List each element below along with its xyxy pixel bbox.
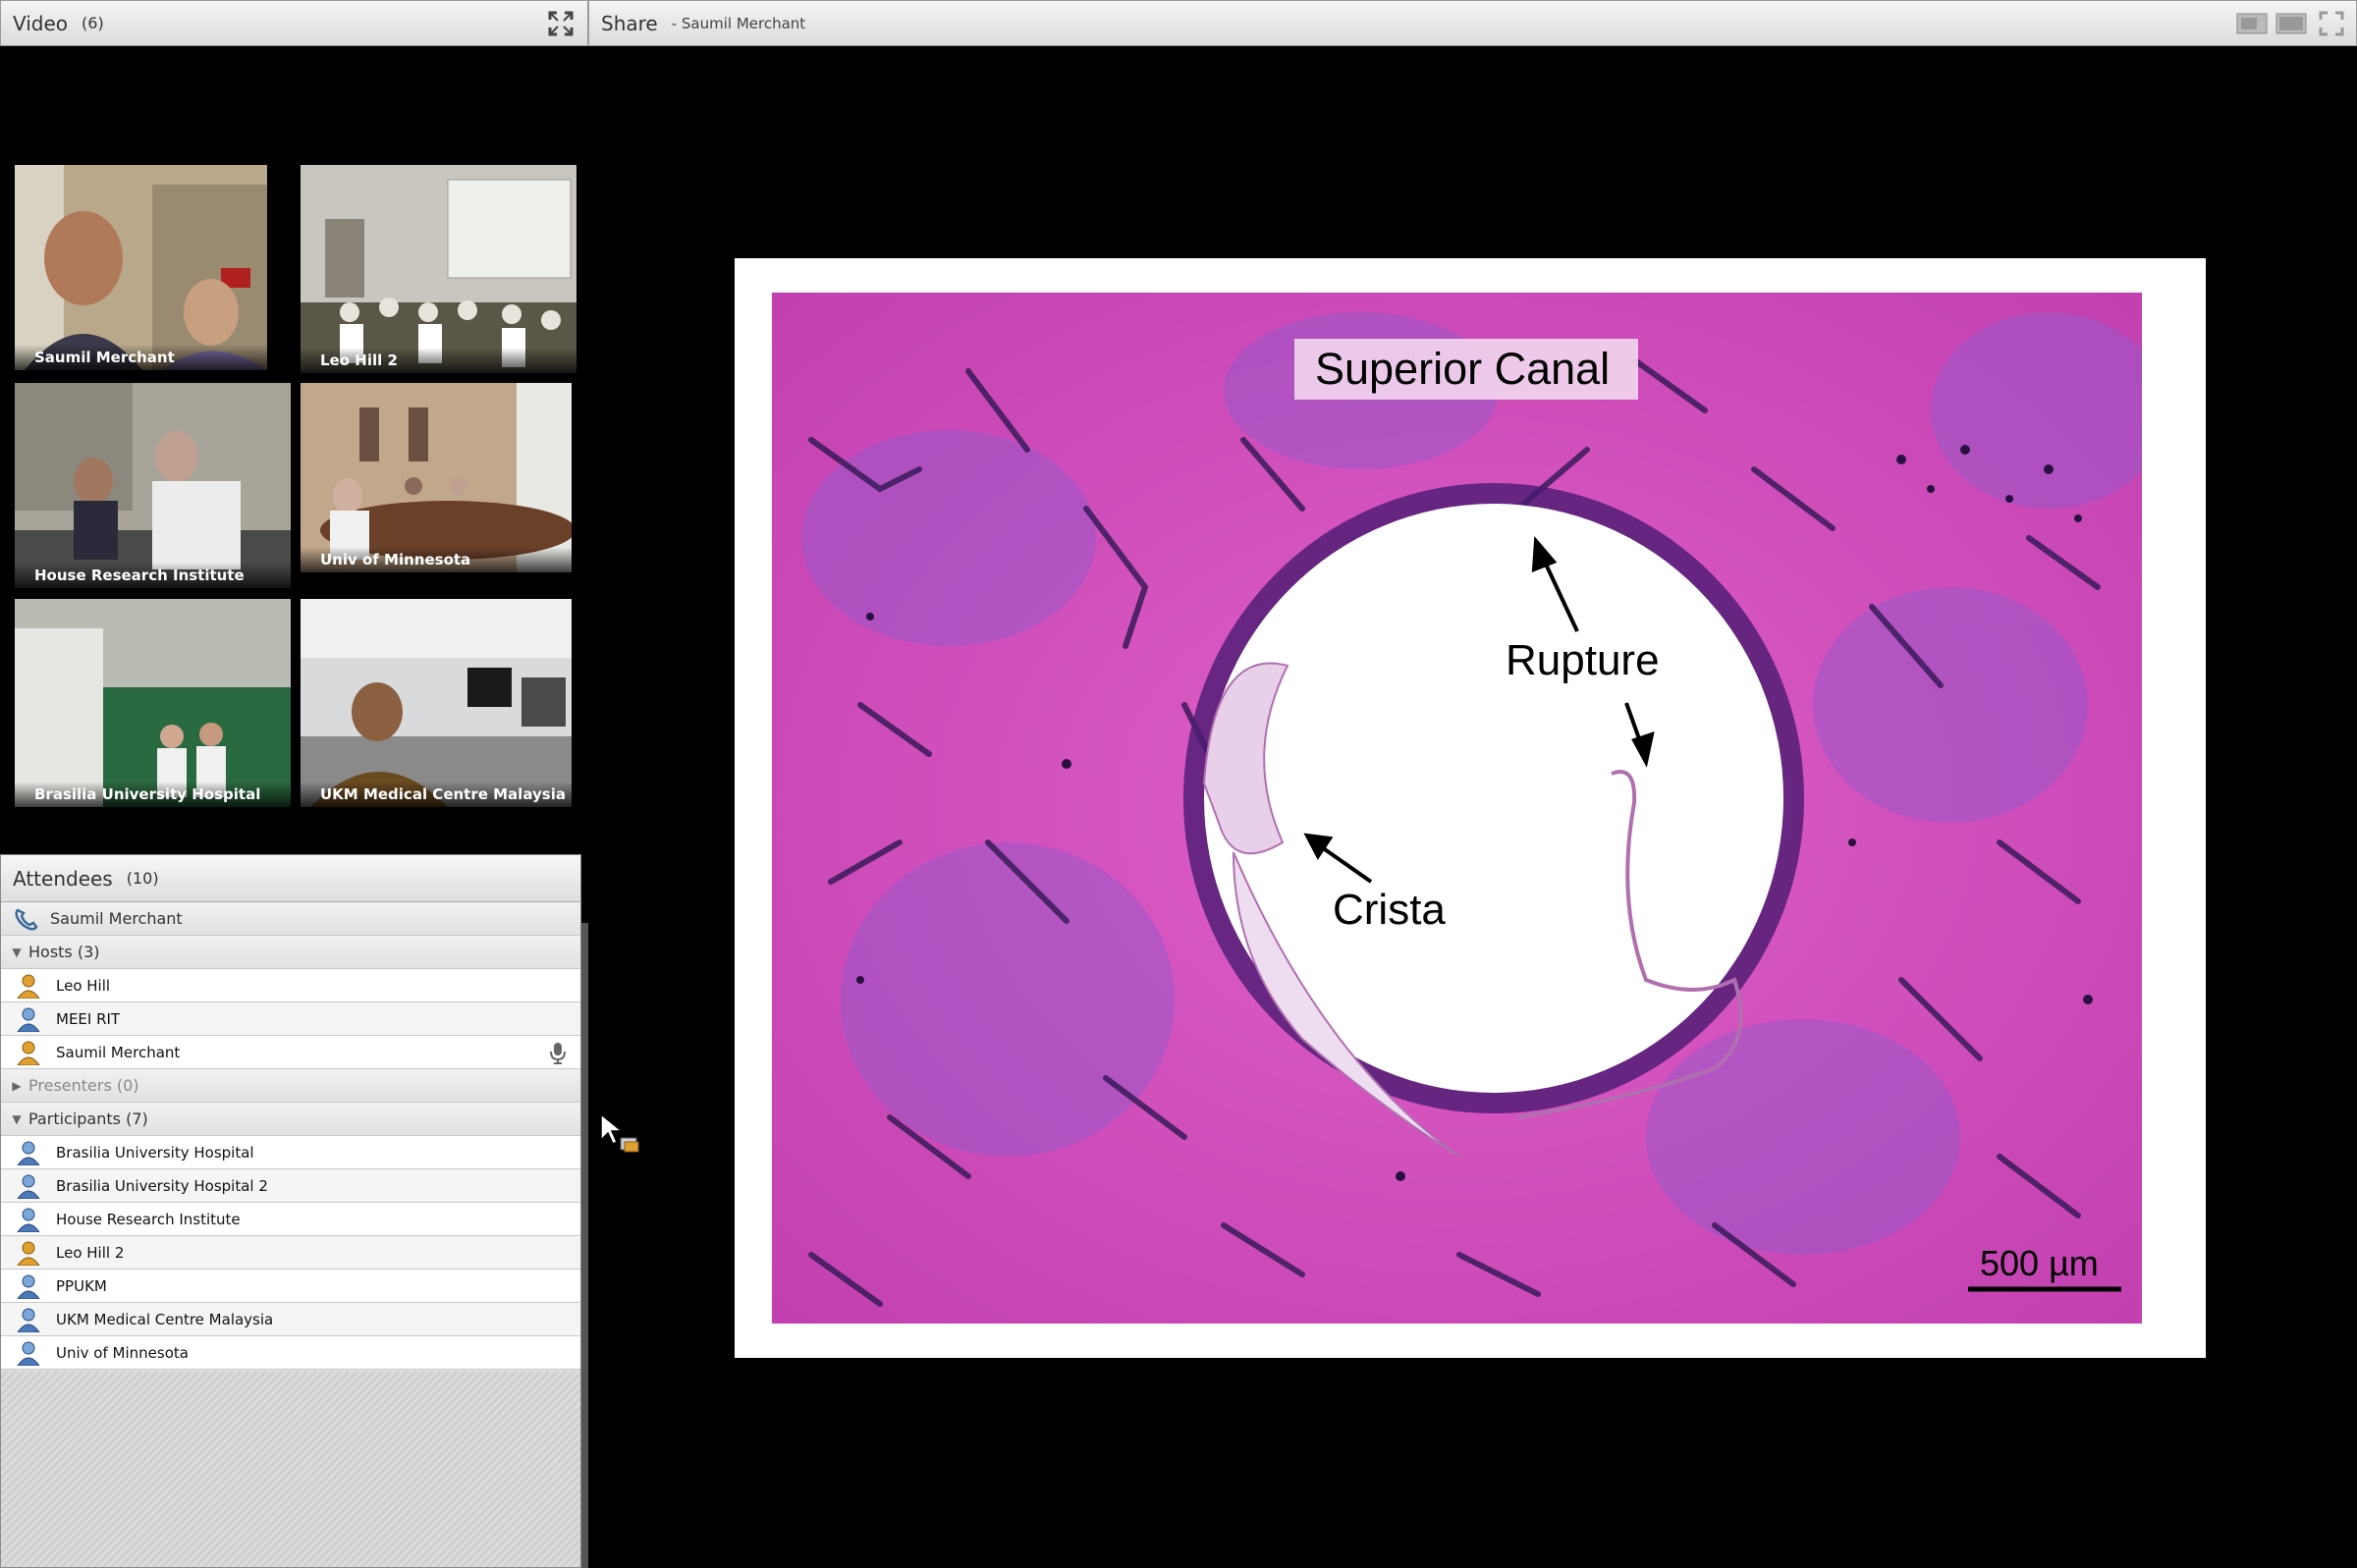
microphone-icon <box>550 1043 566 1064</box>
host-name: Leo Hill <box>56 976 111 995</box>
attendees-empty-area <box>1 1372 580 1567</box>
video-tile-leo-hill-2[interactable]: Leo Hill 2 <box>301 165 576 373</box>
rupture-label: Rupture <box>1506 636 1660 684</box>
attendees-scrollbar[interactable] <box>581 923 588 1568</box>
self-name: Saumil Merchant <box>50 909 183 928</box>
share-panel-header: Share - Saumil Merchant <box>588 0 2357 46</box>
participants-group[interactable]: ▼ Participants (7) <box>1 1103 580 1136</box>
participant-person-icon <box>17 1174 40 1199</box>
participant-row[interactable]: Univ of Minnesota <box>1 1336 580 1370</box>
video-feed <box>301 599 572 807</box>
host-name: MEEI RIT <box>56 1009 121 1028</box>
participant-name: House Research Institute <box>56 1210 241 1228</box>
host-row[interactable]: Saumil Merchant <box>1 1036 580 1069</box>
video-feed <box>301 165 576 373</box>
video-tile-house-research[interactable]: House Research Institute <box>15 383 291 588</box>
video-feed <box>15 383 291 588</box>
shared-slide: Superior Canal Rupture Crista 500 µm <box>735 258 2206 1358</box>
participant-name: PPUKM <box>56 1276 107 1295</box>
participant-person-icon <box>17 1308 40 1332</box>
cursor-share-icon <box>600 1112 639 1153</box>
presenters-group[interactable]: ▶ Presenters (0) <box>1 1069 580 1103</box>
histology-image: Superior Canal Rupture Crista 500 µm <box>772 293 2142 1324</box>
video-tile-saumil[interactable]: Saumil Merchant <box>15 165 267 370</box>
participant-row[interactable]: Brasilia University Hospital 2 <box>1 1169 580 1203</box>
layout-wide-icon[interactable] <box>2275 11 2307 36</box>
participants-group-label: Participants (7) <box>28 1109 148 1128</box>
participant-name: UKM Medical Centre Malaysia <box>56 1310 274 1328</box>
video-panel-title: Video <box>13 11 69 35</box>
self-row[interactable]: Saumil Merchant <box>1 902 580 936</box>
participant-row[interactable]: Leo Hill 2 <box>1 1236 580 1270</box>
video-tile-label: Univ of Minnesota <box>301 547 572 572</box>
layout-icon[interactable] <box>2236 11 2268 36</box>
host-name: Saumil Merchant <box>56 1043 181 1061</box>
attendees-panel: Attendees (10) Saumil Merchant ▼ Hosts (… <box>0 854 581 1568</box>
host-row[interactable]: MEEI RIT <box>1 1002 580 1036</box>
slide-title: Superior Canal <box>1315 344 1611 394</box>
scale-bar-label: 500 µm <box>1980 1243 2099 1283</box>
participant-row[interactable]: Brasilia University Hospital <box>1 1136 580 1169</box>
share-panel-title: Share <box>601 11 658 35</box>
expanded-triangle-icon: ▼ <box>12 945 22 959</box>
share-presenter: - Saumil Merchant <box>671 14 806 32</box>
video-count: (6) <box>82 14 104 32</box>
participant-name: Leo Hill 2 <box>56 1243 125 1262</box>
histology-section <box>772 293 2142 1324</box>
host-row[interactable]: Leo Hill <box>1 969 580 1002</box>
presenters-group-label: Presenters (0) <box>28 1076 139 1095</box>
crista-label: Crista <box>1333 886 1446 934</box>
attendees-header: Attendees (10) <box>1 855 580 902</box>
video-feed <box>301 383 572 572</box>
participant-row[interactable]: UKM Medical Centre Malaysia <box>1 1303 580 1336</box>
video-tile-ukm[interactable]: UKM Medical Centre Malaysia <box>301 599 572 807</box>
video-tile-label: UKM Medical Centre Malaysia <box>301 782 572 807</box>
attendees-count: (10) <box>126 869 159 888</box>
hosts-group[interactable]: ▼ Hosts (3) <box>1 936 580 969</box>
video-feed <box>15 599 291 807</box>
host-person-icon <box>17 1241 40 1266</box>
attendees-title: Attendees <box>13 866 113 891</box>
video-feed <box>15 165 267 370</box>
video-tile-label: House Research Institute <box>15 563 291 588</box>
participant-person-icon <box>17 1274 40 1299</box>
host-person-icon <box>17 974 40 999</box>
participant-row[interactable]: PPUKM <box>1 1270 580 1303</box>
participant-name: Brasilia University Hospital <box>56 1143 254 1162</box>
participant-name: Brasilia University Hospital 2 <box>56 1176 268 1195</box>
video-tile-univ-minnesota[interactable]: Univ of Minnesota <box>301 383 572 572</box>
participant-person-icon <box>17 1341 40 1366</box>
video-panel-header: Video (6) <box>0 0 588 46</box>
participant-person-icon <box>17 1007 40 1032</box>
video-tile-label: Brasilia University Hospital <box>15 782 291 807</box>
fullscreen-icon[interactable] <box>548 11 574 36</box>
phone-icon <box>15 907 38 930</box>
participant-name: Univ of Minnesota <box>56 1343 189 1362</box>
video-tile-brasilia[interactable]: Brasilia University Hospital <box>15 599 291 807</box>
collapsed-triangle-icon: ▶ <box>12 1078 22 1093</box>
hosts-group-label: Hosts (3) <box>28 943 100 961</box>
video-tile-label: Leo Hill 2 <box>301 348 576 373</box>
video-tile-label: Saumil Merchant <box>15 345 267 370</box>
fullscreen-icon[interactable] <box>2319 11 2344 36</box>
expanded-triangle-icon: ▼ <box>12 1111 22 1126</box>
host-person-icon <box>17 1041 40 1065</box>
participant-person-icon <box>17 1141 40 1165</box>
participant-row[interactable]: House Research Institute <box>1 1203 580 1236</box>
participant-person-icon <box>17 1208 40 1232</box>
